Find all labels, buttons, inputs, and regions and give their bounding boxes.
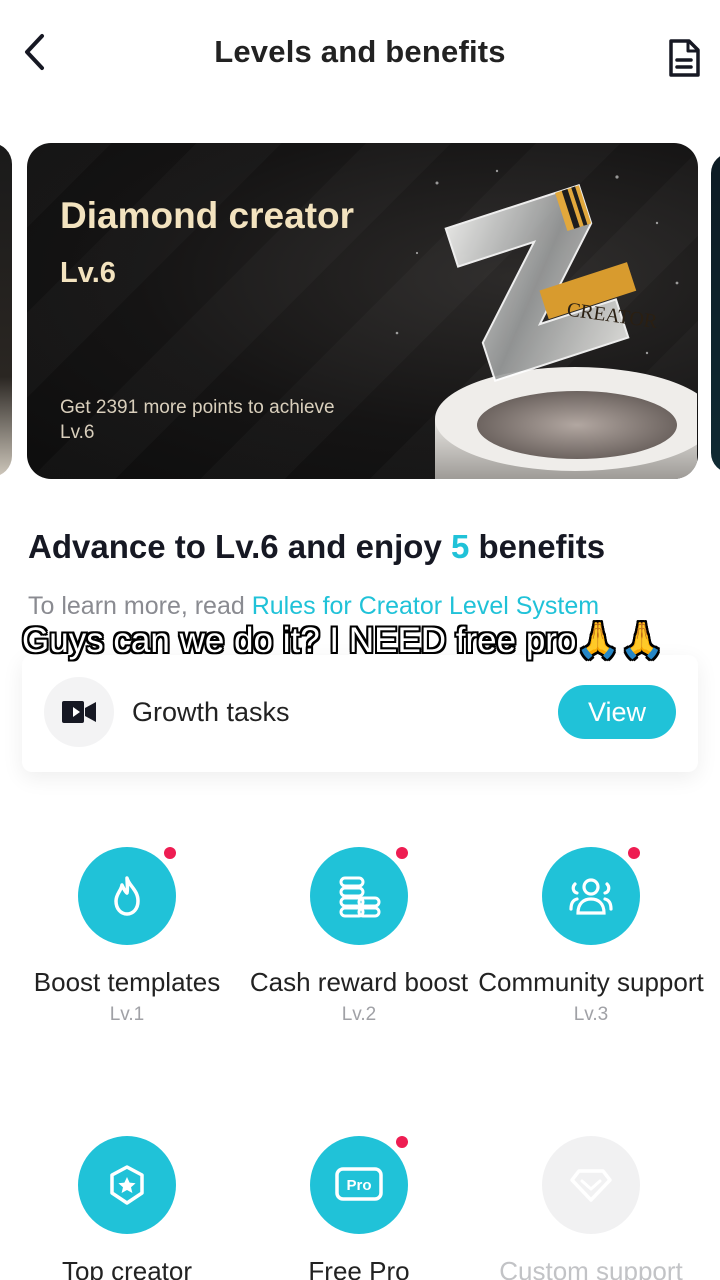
rules-prefix: To learn more, read xyxy=(28,592,252,620)
flame-icon xyxy=(114,876,140,916)
benefit-level: Lv.3 xyxy=(573,1004,609,1025)
benefit-name: Custom support xyxy=(499,1256,683,1280)
benefit-name: Top creator xyxy=(61,1256,193,1280)
benefit-level: Lv.2 xyxy=(341,1004,377,1025)
benefit-name: Cash reward boost xyxy=(249,967,469,997)
advance-heading: Advance to Lv.6 and enjoy 5 benefits xyxy=(28,528,605,566)
new-benefit-dot xyxy=(628,847,640,859)
level-card-title: Diamond creator xyxy=(60,195,355,236)
new-benefit-dot xyxy=(396,847,408,859)
rules-link[interactable]: Rules for Creator Level System xyxy=(252,592,599,620)
level-card-level: Lv.6 xyxy=(60,257,116,289)
benefit-icon-circle-locked xyxy=(542,1136,640,1234)
benefit-icon-circle xyxy=(78,1136,176,1234)
benefit-icon-circle xyxy=(310,847,408,945)
star-badge-icon xyxy=(110,1165,144,1205)
rules-document-button[interactable] xyxy=(662,34,706,82)
coins-icon xyxy=(339,876,381,918)
creator-trophy-image: CREATOR xyxy=(395,169,697,479)
new-benefit-dot xyxy=(396,1136,408,1148)
benefit-custom-support[interactable]: Custom support xyxy=(475,1136,707,1280)
benefit-boost-templates[interactable]: Boost templates Lv.1 xyxy=(11,847,243,1030)
advance-heading-suffix: benefits xyxy=(469,528,606,565)
benefit-cash-reward-boost[interactable]: Cash reward boost Lv.2 xyxy=(243,847,475,1030)
advance-heading-prefix: Advance to Lv.6 and enjoy xyxy=(28,528,451,565)
view-growth-tasks-button[interactable]: View xyxy=(558,685,676,739)
svg-text:Pro: Pro xyxy=(346,1177,371,1194)
rules-line: To learn more, read Rules for Creator Le… xyxy=(28,592,599,621)
next-level-card[interactable] xyxy=(711,153,720,473)
header: Levels and benefits xyxy=(0,0,720,110)
benefit-count: 5 xyxy=(451,528,470,565)
new-benefit-dot xyxy=(164,847,176,859)
benefit-free-pro[interactable]: Pro Free Pro xyxy=(243,1136,475,1280)
growth-tasks-card: Growth tasks View xyxy=(22,655,698,772)
page-title: Levels and benefits xyxy=(214,34,506,69)
benefit-level: Lv.1 xyxy=(109,1004,145,1025)
diamond-icon xyxy=(570,1169,612,1202)
video-camera-icon xyxy=(62,701,96,723)
level-card-progress-text: Get 2391 more points to achieve Lv.6 xyxy=(60,397,335,443)
previous-level-card[interactable] xyxy=(0,143,12,477)
benefit-icon-circle xyxy=(78,847,176,945)
benefit-name: Free Pro xyxy=(308,1256,410,1280)
benefit-top-creator[interactable]: Top creator xyxy=(11,1136,243,1280)
benefit-name: Boost templates xyxy=(33,967,221,997)
people-icon xyxy=(569,878,613,915)
document-icon xyxy=(669,39,700,77)
growth-tasks-label: Growth tasks xyxy=(132,697,290,727)
benefit-icon-circle xyxy=(542,847,640,945)
benefit-name: Community support xyxy=(478,967,704,997)
overlay-caption: Guys can we do it? I NEED free pro🙏🙏 xyxy=(22,621,664,660)
current-level-card[interactable]: Diamond creator Lv.6 Get 2391 more point… xyxy=(27,143,698,479)
growth-tasks-icon-wrap xyxy=(44,677,114,747)
level-carousel[interactable]: Diamond creator Lv.6 Get 2391 more point… xyxy=(0,143,720,479)
benefit-icon-circle: Pro xyxy=(310,1136,408,1234)
benefit-community-support[interactable]: Community support Lv.3 xyxy=(475,847,707,1030)
pro-icon: Pro xyxy=(335,1167,383,1201)
